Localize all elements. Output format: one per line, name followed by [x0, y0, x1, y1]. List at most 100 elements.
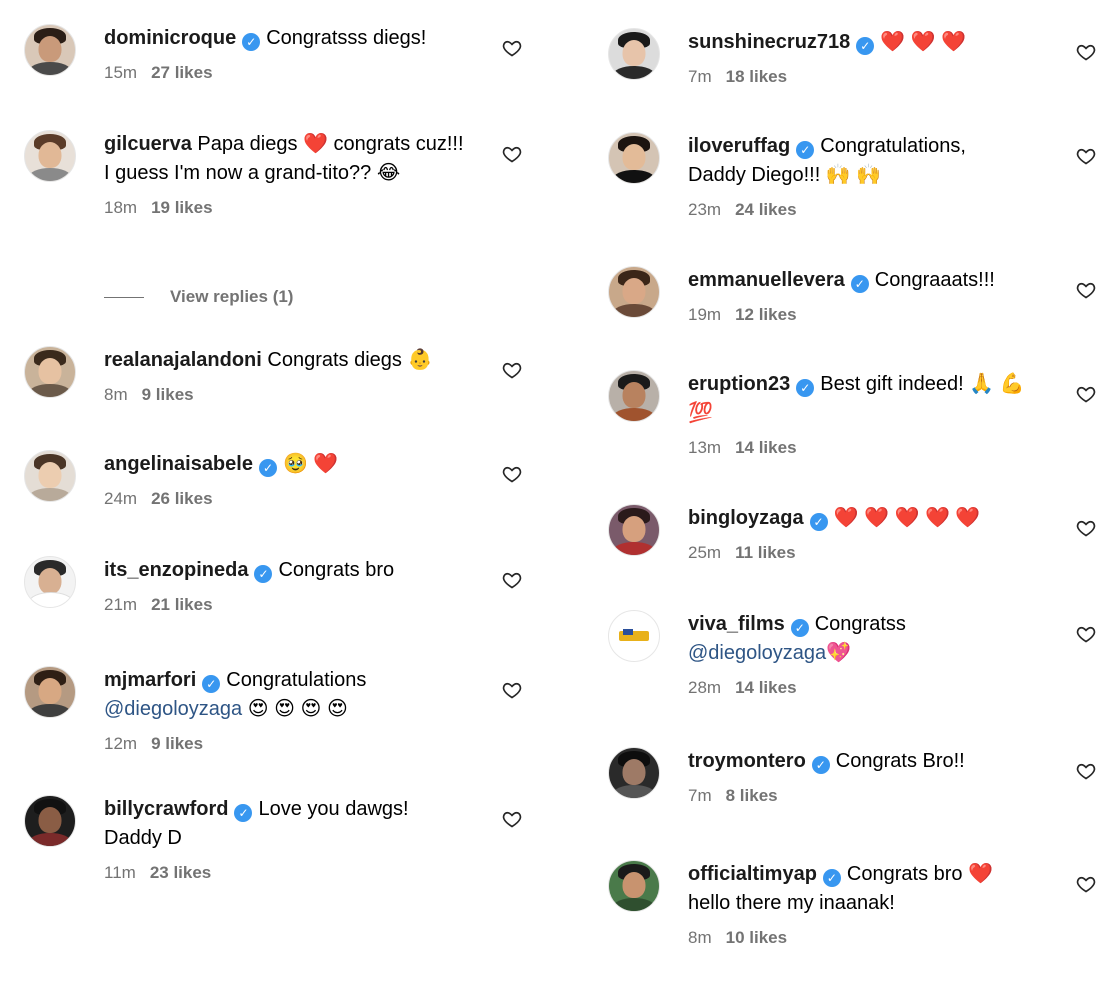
- comment-likes[interactable]: 27 likes: [151, 63, 212, 82]
- like-heart-icon[interactable]: [502, 680, 524, 702]
- comment-item: billycrawford ✓ Love you dawgs! Daddy D 11…: [24, 795, 524, 895]
- comment-item: emmanuellevera ✓ Congraaats!!! 19m 12 likes: [608, 266, 1098, 336]
- avatar[interactable]: [24, 666, 76, 718]
- comment-likes[interactable]: 14 likes: [735, 438, 796, 457]
- comment-username[interactable]: sunshinecruz718: [688, 31, 850, 53]
- like-heart-icon[interactable]: [502, 144, 524, 166]
- comment-text: Congrats bro: [278, 559, 395, 581]
- comment-text: Congrats Bro!!: [835, 750, 965, 772]
- verified-badge-icon: ✓: [254, 565, 273, 583]
- comment-likes[interactable]: 12 likes: [735, 305, 796, 324]
- comment-item: angelinaisabele ✓ 🥹 ❤️ 24m 26 likes: [24, 450, 524, 520]
- like-heart-icon[interactable]: [502, 570, 524, 592]
- like-heart-icon[interactable]: [502, 809, 524, 831]
- verified-badge-icon: ✓: [258, 459, 277, 477]
- comment-username[interactable]: gilcuerva: [104, 133, 192, 155]
- mention-link[interactable]: @diegoloyzaga: [104, 698, 242, 720]
- verified-badge-icon: ✓: [202, 675, 221, 693]
- comment-item: its_enzopineda ✓ Congrats bro 21m 21 likes: [24, 556, 524, 626]
- comment-time: 8m: [104, 385, 128, 404]
- comment-item: officialtimyap ✓ Congrats bro ❤️ hello the…: [608, 860, 1098, 960]
- comment-likes[interactable]: 11 likes: [735, 543, 796, 562]
- verified-badge-icon: ✓: [850, 275, 869, 293]
- comment-likes[interactable]: 24 likes: [735, 200, 796, 219]
- comment-item: dominicroque ✓ Congratsss diegs! 15m 27 lik…: [24, 24, 524, 94]
- avatar[interactable]: [608, 132, 660, 184]
- comment-text: ❤️ ❤️ ❤️: [880, 31, 967, 53]
- like-heart-icon[interactable]: [1076, 761, 1098, 783]
- mention-link[interactable]: @diegoloyzaga: [688, 642, 826, 664]
- comment-likes[interactable]: 21 likes: [151, 595, 212, 614]
- avatar[interactable]: [608, 860, 660, 912]
- like-heart-icon[interactable]: [1076, 146, 1098, 168]
- comment-time: 28m: [688, 678, 722, 697]
- verified-badge-icon: ✓: [856, 37, 875, 55]
- avatar[interactable]: [24, 795, 76, 847]
- comment-item: mjmarfori ✓ Congratulations @diegoloyzaga …: [24, 666, 524, 766]
- avatar[interactable]: [608, 370, 660, 422]
- comment-text: Congratss: [814, 613, 906, 635]
- comment-likes[interactable]: 18 likes: [726, 67, 787, 86]
- comment-username[interactable]: troymontero: [688, 750, 806, 772]
- comment-item: sunshinecruz718 ✓ ❤️ ❤️ ❤️ 7m 18 likes: [608, 28, 1098, 98]
- avatar[interactable]: [608, 504, 660, 556]
- comment-item: realanajalandoni Congrats diegs 👶 8m 9 li…: [24, 346, 524, 416]
- comment-time: 21m: [104, 595, 138, 614]
- avatar[interactable]: [24, 556, 76, 608]
- comment-username[interactable]: billycrawford: [104, 798, 228, 820]
- like-heart-icon[interactable]: [1076, 518, 1098, 540]
- comment-username[interactable]: angelinaisabele: [104, 453, 253, 475]
- comment-likes[interactable]: 9 likes: [151, 734, 203, 753]
- comment-text: Congratulations: [226, 669, 367, 691]
- comment-likes[interactable]: 9 likes: [142, 385, 194, 404]
- comment-likes[interactable]: 10 likes: [726, 928, 787, 947]
- avatar[interactable]: [608, 266, 660, 318]
- like-heart-icon[interactable]: [1076, 874, 1098, 896]
- comment-text: Congratsss diegs!: [266, 27, 427, 49]
- avatar[interactable]: [24, 130, 76, 182]
- comment-username[interactable]: dominicroque: [104, 27, 236, 49]
- verified-badge-icon: ✓: [809, 513, 828, 531]
- avatar[interactable]: [608, 28, 660, 80]
- like-heart-icon[interactable]: [1076, 384, 1098, 406]
- comment-likes[interactable]: 14 likes: [735, 678, 796, 697]
- like-heart-icon[interactable]: [502, 38, 524, 60]
- like-heart-icon[interactable]: [1076, 280, 1098, 302]
- like-heart-icon[interactable]: [502, 464, 524, 486]
- comment-text: Congrats diegs 👶: [267, 349, 433, 371]
- like-heart-icon[interactable]: [1076, 42, 1098, 64]
- comment-username[interactable]: its_enzopineda: [104, 559, 248, 581]
- comment-likes[interactable]: 26 likes: [151, 489, 212, 508]
- comment-text: 🥹 ❤️: [282, 453, 339, 475]
- comment-username[interactable]: iloveruffag: [688, 135, 790, 157]
- avatar[interactable]: [24, 24, 76, 76]
- comment-username[interactable]: mjmarfori: [104, 669, 196, 691]
- comment-username[interactable]: emmanuellevera: [688, 269, 845, 291]
- like-heart-icon[interactable]: [502, 360, 524, 382]
- comment-item: eruption23 ✓ Best gift indeed! 🙏 💪 💯 13m 14…: [608, 370, 1098, 470]
- comment-likes[interactable]: 23 likes: [150, 863, 211, 882]
- verified-badge-icon: ✓: [811, 756, 830, 774]
- verified-badge-icon: ✓: [796, 379, 815, 397]
- comment-time: 7m: [688, 786, 712, 805]
- avatar[interactable]: [24, 346, 76, 398]
- comment-username[interactable]: eruption23: [688, 373, 790, 395]
- like-heart-icon[interactable]: [1076, 624, 1098, 646]
- comment-time: 13m: [688, 438, 722, 457]
- avatar[interactable]: [608, 747, 660, 799]
- comment-username[interactable]: realanajalandoni: [104, 349, 262, 371]
- comment-username[interactable]: officialtimyap: [688, 863, 817, 885]
- comment-likes[interactable]: 8 likes: [726, 786, 778, 805]
- comment-item: troymontero ✓ Congrats Bro!! 7m 8 likes: [608, 747, 1098, 817]
- comment-text-after: 😍 😍 😍 😍: [242, 698, 348, 720]
- avatar[interactable]: [24, 450, 76, 502]
- replies-divider: [104, 296, 144, 298]
- verified-badge-icon: ✓: [822, 869, 841, 887]
- comment-likes[interactable]: 19 likes: [151, 198, 212, 217]
- comment-username[interactable]: bingloyzaga: [688, 507, 804, 529]
- comment-text-after: 💖: [826, 642, 852, 664]
- avatar[interactable]: [608, 610, 660, 662]
- view-replies-button[interactable]: View replies (1): [104, 287, 293, 307]
- comment-username[interactable]: viva_films: [688, 613, 785, 635]
- comment-time: 23m: [688, 200, 722, 219]
